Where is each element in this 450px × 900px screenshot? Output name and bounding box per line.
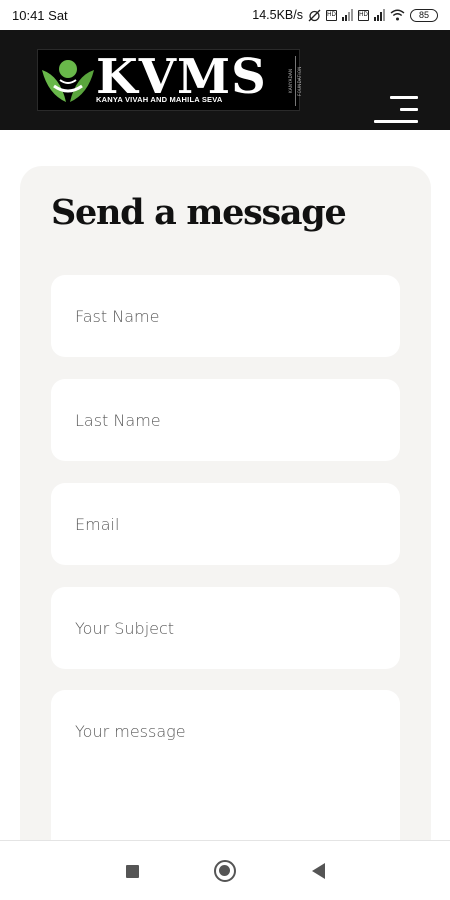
network-speed: 14.5KB/s [252,8,303,22]
recents-icon [125,864,139,878]
alarm-off-icon [308,9,321,21]
email-input[interactable] [51,483,400,565]
logo-emblem-icon [42,60,94,102]
recents-button[interactable] [120,859,144,883]
form-title: Send a message [51,192,347,233]
last-name-input[interactable] [51,379,400,461]
home-icon [214,860,236,882]
back-button[interactable] [306,859,330,883]
hamburger-line [400,108,418,111]
signal-icon [342,9,353,21]
system-nav-bar [0,840,450,900]
battery-icon: 85 [410,8,438,22]
contact-form-card: Send a message [20,166,431,886]
sim1-hd-icon: HD [326,9,337,21]
logo-tagline: KANYA VIVAH AND MAHILA SEVA [96,95,223,104]
wifi-icon [390,9,405,21]
signal-icon [374,9,385,21]
first-name-input[interactable] [51,275,400,357]
site-header: KVMS KANYA VIVAH AND MAHILA SEVA KANYADA… [0,30,450,130]
status-icons: 14.5KB/s HD HD 85 [252,8,438,22]
message-textarea[interactable] [51,690,400,860]
hamburger-line [374,120,418,123]
logo-vertical-text: KANYADAN FOUNDATION [286,56,302,106]
menu-button[interactable] [372,92,418,128]
subject-input[interactable] [51,587,400,669]
home-button[interactable] [213,859,237,883]
site-logo[interactable]: KVMS KANYA VIVAH AND MAHILA SEVA KANYADA… [37,49,302,111]
back-icon [311,863,325,879]
status-time: 10:41 Sat [12,7,68,23]
hamburger-icon [390,96,418,99]
sim2-hd-icon: HD [358,9,369,21]
status-bar: 10:41 Sat 14.5KB/s HD HD 85 [0,0,450,30]
